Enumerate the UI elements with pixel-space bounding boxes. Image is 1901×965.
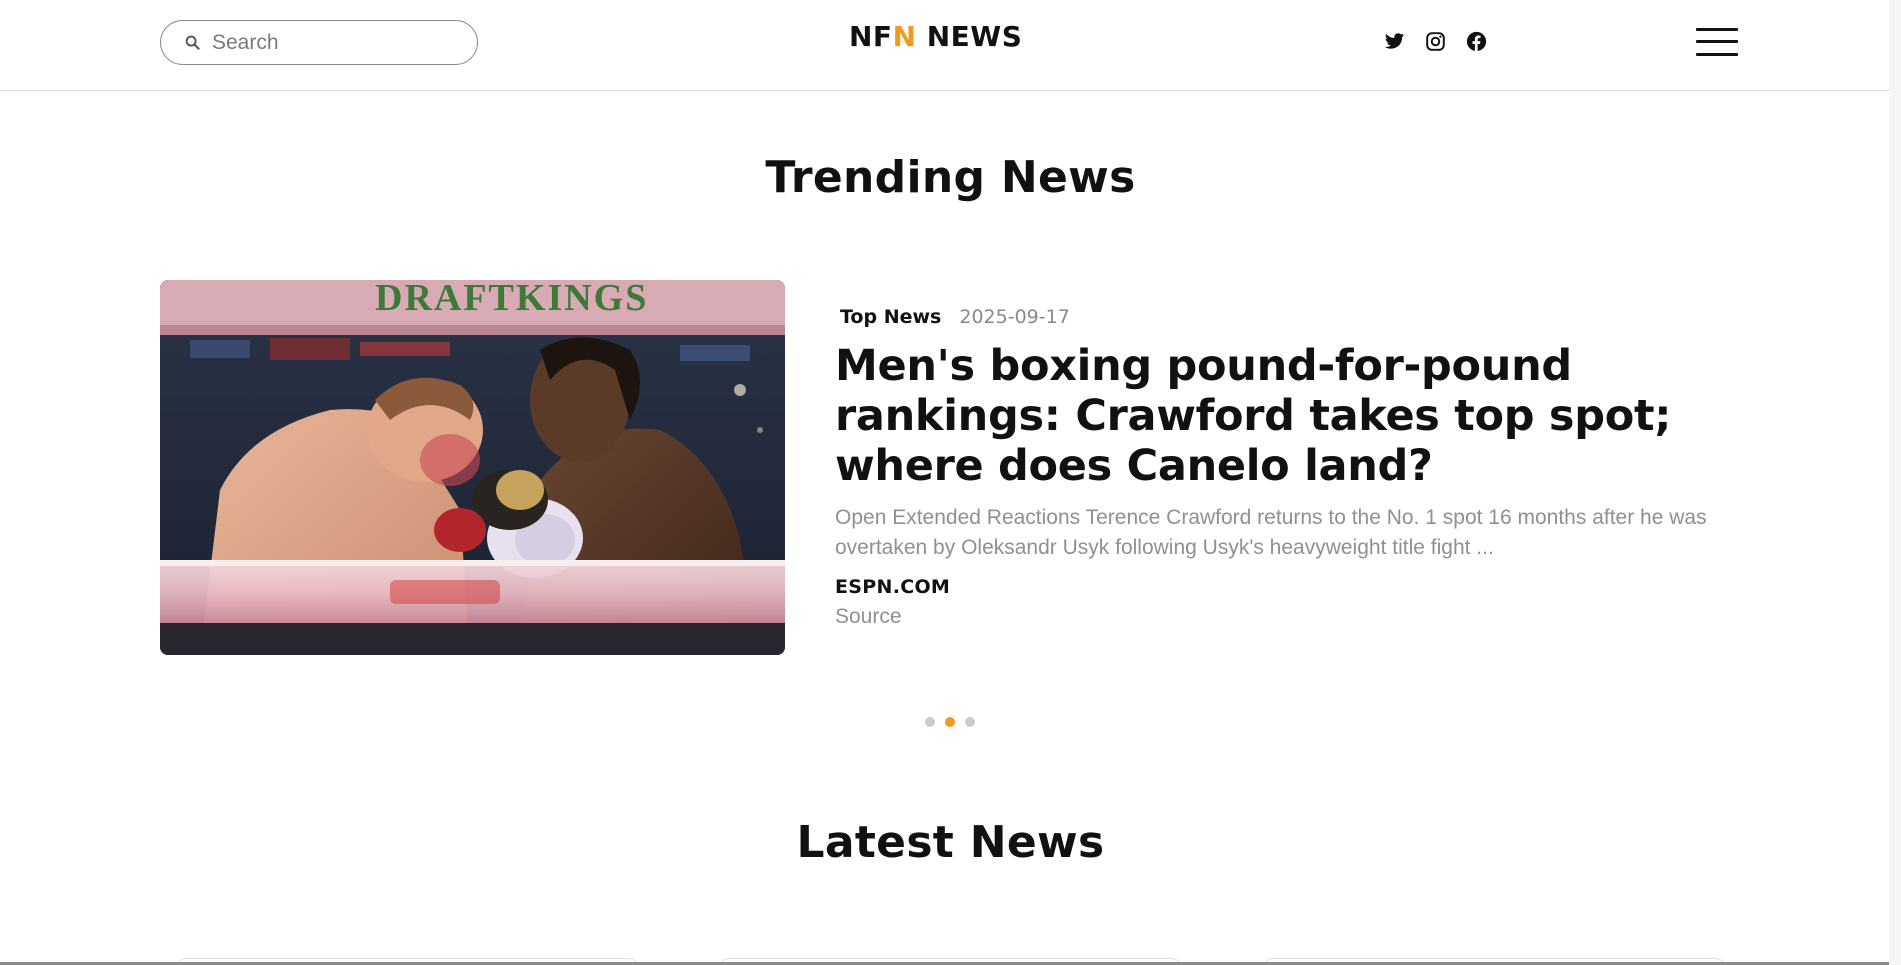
article-category[interactable]: Top News <box>840 306 941 328</box>
logo-prefix: NF <box>849 20 893 53</box>
social-links <box>1384 31 1487 52</box>
facebook-icon[interactable] <box>1466 31 1487 52</box>
carousel-dot[interactable] <box>965 717 975 727</box>
article-source-link[interactable]: Source <box>835 605 902 629</box>
article-meta: Top News 2025-09-17 <box>840 306 1070 328</box>
logo-suffix: NEWS <box>916 20 1023 53</box>
search-box[interactable] <box>160 20 478 65</box>
search-input[interactable] <box>212 30 452 55</box>
carousel-dot[interactable] <box>925 717 935 727</box>
twitter-icon[interactable] <box>1384 31 1405 52</box>
carousel-dot[interactable] <box>945 717 955 727</box>
trending-title: Trending News <box>765 152 1136 203</box>
site-logo[interactable]: NFN NEWS <box>849 20 1022 53</box>
article-date: 2025-09-17 <box>959 306 1070 328</box>
latest-title: Latest News <box>796 817 1105 868</box>
article-source-name: ESPN.COM <box>835 576 951 598</box>
search-icon <box>185 35 200 50</box>
article-image[interactable]: DRAFTKINGS <box>160 280 785 655</box>
logo-accent: N <box>892 20 917 53</box>
page-scrollbar[interactable] <box>1889 0 1901 965</box>
site-header: NFN NEWS <box>0 0 1901 91</box>
carousel-dots <box>925 717 975 727</box>
hamburger-menu-icon[interactable] <box>1696 26 1738 58</box>
article-summary: Open Extended Reactions Terence Crawford… <box>835 506 1707 559</box>
instagram-icon[interactable] <box>1425 31 1446 52</box>
image-banner-text: DRAFTKINGS <box>375 280 648 319</box>
article-headline[interactable]: Men's boxing pound-for-pound rankings: C… <box>835 341 1695 491</box>
